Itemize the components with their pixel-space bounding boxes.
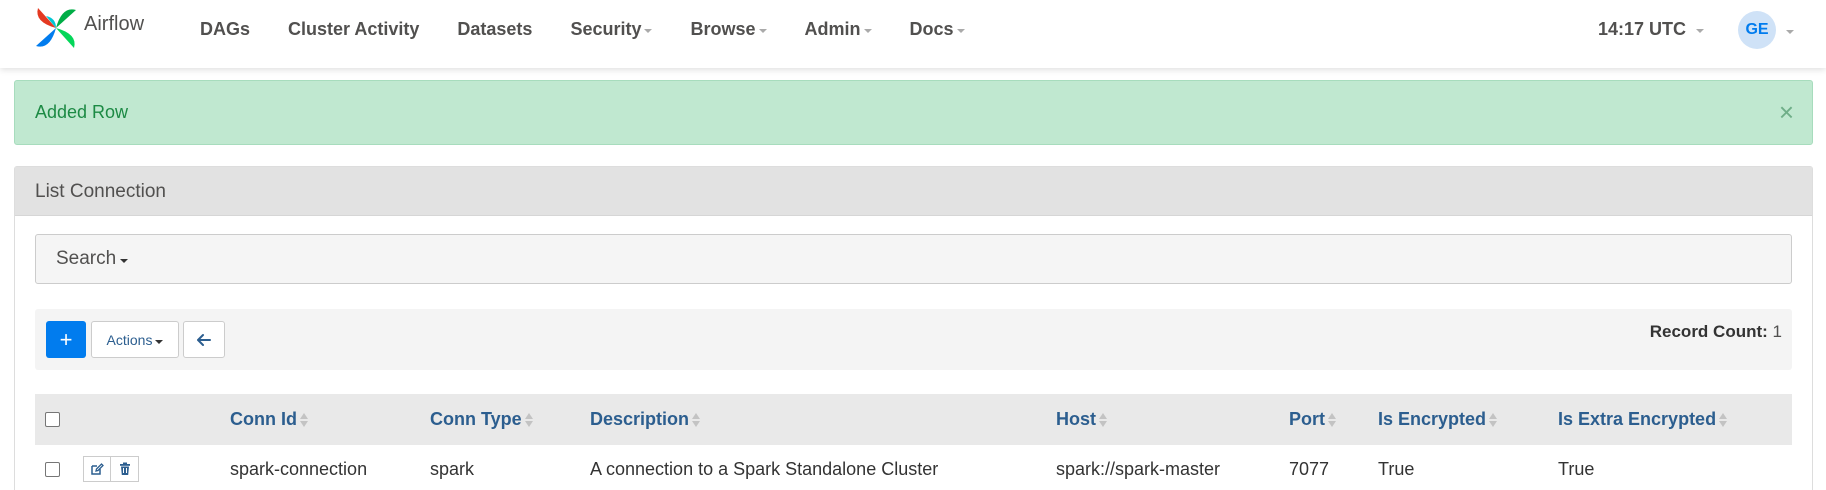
caret-down-icon xyxy=(155,339,164,344)
alert-message: Added Row xyxy=(35,102,129,122)
airflow-logo-icon xyxy=(36,8,76,48)
list-toolbar: + Actions Record Count: 1 xyxy=(35,309,1792,370)
connections-table: Conn Id Conn Type Description Host Port … xyxy=(35,394,1792,490)
panel-title: List Connection xyxy=(15,167,1812,216)
column-label: Description xyxy=(590,409,690,429)
cell-host: spark://spark-master xyxy=(1056,458,1221,479)
sort-icon xyxy=(1719,412,1728,427)
nav-docs-label: Docs xyxy=(909,18,954,39)
column-header-description[interactable]: Description xyxy=(590,394,701,445)
caret-down-icon xyxy=(1696,29,1705,33)
sort-icon xyxy=(1328,412,1336,427)
table-header: Conn Id Conn Type Description Host Port … xyxy=(35,394,1792,445)
row-select-cell xyxy=(45,445,60,490)
nav-dags[interactable]: DAGs xyxy=(200,19,250,40)
success-alert: Added Row × xyxy=(14,80,1813,145)
nav-dags-label: DAGs xyxy=(200,18,251,39)
column-label: Conn Type xyxy=(430,409,522,429)
column-label: Is Extra Encrypted xyxy=(1558,409,1717,429)
cell-port: 7077 xyxy=(1289,458,1330,479)
nav-security[interactable]: Security xyxy=(570,18,653,40)
column-header-port[interactable]: Port xyxy=(1289,394,1336,445)
add-record-button[interactable]: + xyxy=(46,321,86,358)
nav-admin[interactable]: Admin xyxy=(805,19,872,40)
column-label: Port xyxy=(1289,409,1325,429)
actions-dropdown-button[interactable]: Actions xyxy=(91,321,179,358)
table-row: spark-connection spark A connection to a… xyxy=(35,445,1792,490)
edit-record-button[interactable] xyxy=(83,456,111,482)
sort-icon xyxy=(299,412,308,427)
brand-link[interactable]: Airflow xyxy=(32,4,144,52)
brand-name: Airflow xyxy=(84,12,145,35)
column-label: Conn Id xyxy=(230,409,297,429)
search-panel: Search xyxy=(35,234,1792,284)
trash-icon xyxy=(119,462,130,475)
caret-down-icon xyxy=(758,29,767,33)
actions-label: Actions xyxy=(106,331,153,348)
top-navbar: Airflow DAGs Cluster Activity Datasets S… xyxy=(0,0,1826,68)
back-button[interactable] xyxy=(183,321,225,358)
caret-down-icon xyxy=(644,29,653,33)
column-header-is-encrypted[interactable]: Is Encrypted xyxy=(1378,394,1498,445)
main-nav: DAGs Cluster Activity Datasets Security … xyxy=(200,0,1003,58)
nav-datasets-label: Datasets xyxy=(457,18,533,39)
column-header-conn-id[interactable]: Conn Id xyxy=(230,394,308,445)
select-all-checkbox[interactable] xyxy=(45,412,60,427)
nav-docs[interactable]: Docs xyxy=(910,19,965,40)
sort-icon xyxy=(524,412,533,427)
caret-down-icon xyxy=(956,29,965,33)
cell-conn-id: spark-connection xyxy=(230,458,368,479)
column-label: Is Encrypted xyxy=(1378,409,1487,429)
caret-down-icon xyxy=(120,259,129,263)
column-header-conn-type[interactable]: Conn Type xyxy=(430,394,533,445)
cell-description: A connection to a Spark Standalone Clust… xyxy=(590,458,939,479)
avatar: GE xyxy=(1738,11,1776,49)
plus-icon: + xyxy=(59,326,73,352)
close-icon[interactable]: × xyxy=(1779,81,1794,144)
search-dropdown-button[interactable]: Search xyxy=(56,235,129,283)
arrow-left-icon xyxy=(197,333,211,346)
nav-browse[interactable]: Browse xyxy=(690,18,767,40)
select-all-cell xyxy=(45,394,60,445)
column-header-is-extra-encrypted[interactable]: Is Extra Encrypted xyxy=(1558,394,1728,445)
nav-admin-label: Admin xyxy=(804,18,861,39)
caret-down-icon xyxy=(863,29,872,33)
row-checkbox[interactable] xyxy=(45,461,60,477)
clock-label: 14:17 UTC xyxy=(1598,18,1687,39)
cell-is-extra-encrypted: True xyxy=(1558,458,1595,479)
sort-icon xyxy=(1099,412,1107,427)
sort-icon xyxy=(692,412,701,427)
sort-icon xyxy=(1489,412,1498,427)
column-header-host[interactable]: Host xyxy=(1056,394,1107,445)
nav-browse-label: Browse xyxy=(690,18,756,39)
delete-record-button[interactable] xyxy=(111,456,139,482)
nav-cluster-activity[interactable]: Cluster Activity xyxy=(288,19,419,40)
cell-conn-type: spark xyxy=(430,458,475,479)
nav-security-label: Security xyxy=(570,18,642,39)
utc-clock-dropdown[interactable]: 14:17 UTC xyxy=(1598,0,1705,58)
row-actions xyxy=(83,445,139,490)
record-count-label: Record Count: xyxy=(1649,322,1768,341)
nav-cluster-activity-label: Cluster Activity xyxy=(288,18,420,39)
caret-down-icon xyxy=(1786,30,1794,34)
edit-icon xyxy=(91,463,104,475)
user-menu[interactable]: GE xyxy=(1738,11,1794,49)
column-label: Host xyxy=(1056,409,1096,429)
record-count: Record Count: 1 xyxy=(1650,309,1782,355)
record-count-value: 1 xyxy=(1772,322,1782,341)
nav-datasets[interactable]: Datasets xyxy=(457,19,532,40)
search-label: Search xyxy=(56,248,117,269)
list-panel: List Connection Search + Actions Record … xyxy=(14,166,1813,490)
cell-is-encrypted: True xyxy=(1378,458,1415,479)
